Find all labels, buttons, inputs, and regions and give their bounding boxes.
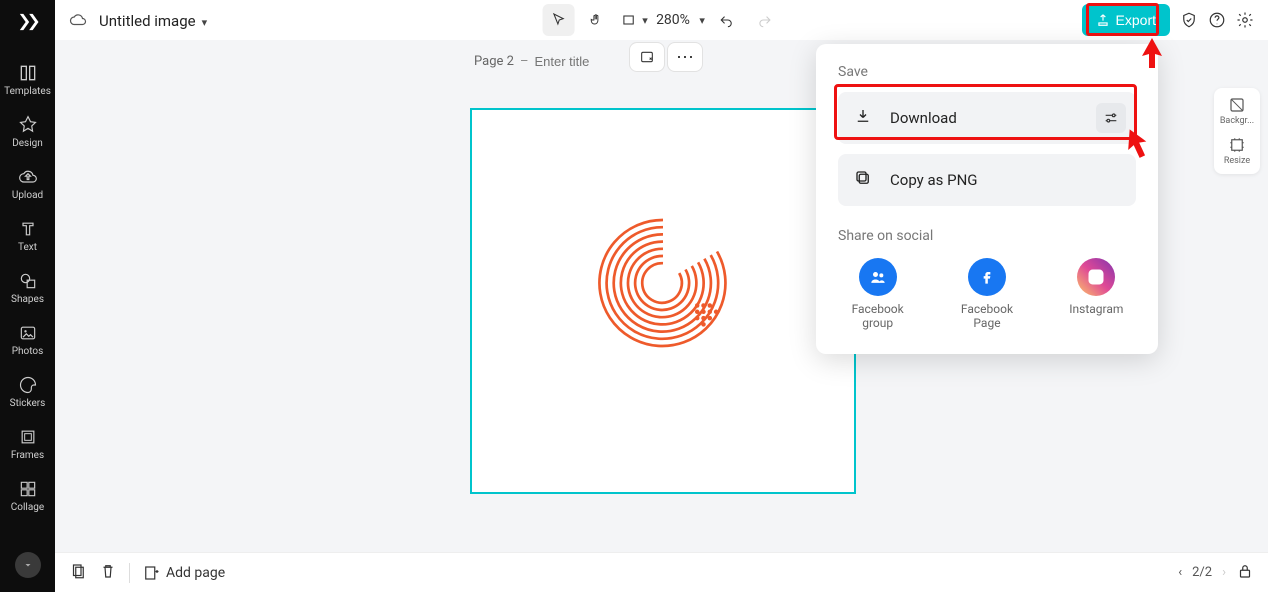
settings-icon[interactable]	[1236, 11, 1254, 29]
hand-tool[interactable]	[580, 4, 612, 36]
sidebar-item-photos[interactable]: Photos	[0, 314, 55, 366]
page-header: Page 2 –	[474, 54, 614, 69]
pager: ‹ 2/2 ›	[1178, 562, 1254, 584]
page-indicator: 2/2	[1192, 565, 1212, 580]
download-settings-button[interactable]	[1096, 103, 1126, 133]
undo-button[interactable]	[711, 4, 743, 36]
document-title[interactable]: Untitled image▾	[99, 11, 207, 30]
sidebar-label: Photos	[12, 346, 44, 357]
divider	[129, 563, 130, 583]
topbar: Untitled image▾ ▾ 280% ▾ Export	[55, 0, 1268, 40]
add-page-icon	[142, 564, 160, 582]
sidebar-label: Upload	[12, 190, 43, 201]
save-heading: Save	[838, 64, 1136, 80]
sidebar-label: Templates	[4, 86, 51, 97]
instagram-icon	[1077, 258, 1115, 296]
facebook-group-icon	[859, 258, 897, 296]
add-page-button[interactable]: Add page	[142, 564, 225, 582]
chevron-down-icon: ▾	[642, 14, 648, 27]
bottombar-left: Add page	[69, 562, 225, 584]
share-label: Instagram	[1069, 302, 1123, 316]
download-option[interactable]: Download	[838, 92, 1136, 144]
right-rail-label: Backgr...	[1220, 116, 1254, 126]
sidebar-label: Text	[18, 242, 37, 253]
right-rail-label: Resize	[1224, 156, 1250, 166]
sidebar-item-collage[interactable]: Collage	[0, 470, 55, 522]
copy-png-label: Copy as PNG	[890, 171, 977, 189]
help-icon[interactable]	[1208, 11, 1226, 29]
download-label: Download	[890, 109, 957, 127]
share-facebook-group[interactable]: Facebook group	[838, 258, 917, 330]
canvas[interactable]	[470, 108, 856, 494]
sidebar-item-design[interactable]: Design	[0, 106, 55, 158]
share-instagram[interactable]: Instagram	[1057, 258, 1136, 330]
page-separator: –	[520, 54, 529, 69]
export-popover: Save Download Copy as PNG Share on socia…	[816, 44, 1158, 354]
sidebar-label: Design	[12, 138, 43, 149]
sidebar-label: Collage	[11, 502, 44, 513]
sidebar-item-stickers[interactable]: Stickers	[0, 366, 55, 418]
copy-icon	[854, 169, 872, 191]
page-toolbar: ⋯	[629, 42, 703, 72]
share-heading: Share on social	[838, 228, 1136, 244]
page-label: Page 2	[474, 54, 514, 69]
sidebar-label: Stickers	[10, 398, 46, 409]
share-facebook-page[interactable]: Facebook Page	[947, 258, 1026, 330]
duplicate-page-icon[interactable]	[69, 562, 87, 584]
fit-tool[interactable]: ▾	[618, 4, 650, 36]
chevron-down-icon: ▾	[202, 16, 208, 29]
download-icon	[854, 107, 872, 129]
select-tool[interactable]	[542, 4, 574, 36]
sidebar-item-frames[interactable]: Frames	[0, 418, 55, 470]
share-label: Facebook group	[838, 302, 917, 330]
lock-icon[interactable]	[1236, 562, 1254, 584]
sidebar-item-shapes[interactable]: Shapes	[0, 262, 55, 314]
resize-button[interactable]: Resize	[1224, 136, 1250, 166]
redo-button[interactable]	[749, 4, 781, 36]
export-button[interactable]: Export	[1082, 4, 1170, 36]
left-sidebar: Templates Design Upload Text Shapes Phot…	[0, 0, 55, 592]
canvas-logo-graphic	[573, 193, 753, 373]
app-logo	[14, 8, 42, 36]
delete-page-icon[interactable]	[99, 562, 117, 584]
sidebar-label: Shapes	[11, 294, 44, 305]
background-button[interactable]: Backgr...	[1220, 96, 1254, 126]
right-rail: Backgr... Resize	[1214, 88, 1260, 174]
cloud-sync-icon[interactable]	[69, 11, 87, 29]
topbar-center: ▾ 280% ▾	[542, 4, 781, 36]
export-label: Export	[1116, 12, 1156, 28]
zoom-level[interactable]: 280% ▾	[656, 12, 705, 28]
prev-page-button[interactable]: ‹	[1178, 565, 1182, 580]
sidebar-label: Frames	[11, 450, 44, 461]
sidebar-item-upload[interactable]: Upload	[0, 158, 55, 210]
sidebar-more[interactable]	[15, 552, 41, 578]
topbar-left: Untitled image▾	[69, 11, 207, 30]
page-title-input[interactable]	[534, 54, 614, 69]
share-grid: Facebook group Facebook Page Instagram	[838, 258, 1136, 330]
page-image-button[interactable]	[629, 42, 665, 72]
copy-png-option[interactable]: Copy as PNG	[838, 154, 1136, 206]
page-more-button[interactable]: ⋯	[667, 42, 703, 72]
chevron-down-icon: ▾	[699, 14, 705, 27]
share-label: Facebook Page	[947, 302, 1026, 330]
facebook-icon	[968, 258, 1006, 296]
add-page-label: Add page	[166, 565, 225, 581]
bottombar: Add page ‹ 2/2 ›	[55, 552, 1268, 592]
next-page-button[interactable]: ›	[1222, 565, 1226, 580]
topbar-right: Export	[1082, 4, 1254, 36]
shield-icon[interactable]	[1180, 11, 1198, 29]
sidebar-item-templates[interactable]: Templates	[0, 54, 55, 106]
sidebar-item-text[interactable]: Text	[0, 210, 55, 262]
